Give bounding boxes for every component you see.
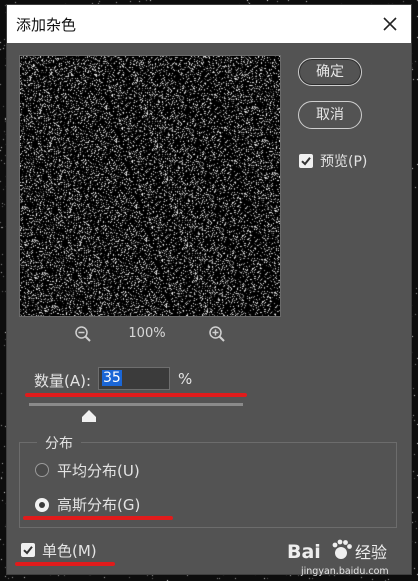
cancel-button[interactable]: 取消	[298, 101, 362, 129]
monochromatic-checkbox[interactable]	[21, 543, 35, 557]
preview-label: 预览(P)	[320, 154, 368, 170]
monochromatic-label: 单色(M)	[42, 542, 97, 560]
zoom-in-button[interactable]	[208, 325, 226, 343]
monochromatic-annotation-underline	[15, 562, 115, 566]
uniform-distribution-label: 平均分布(U)	[57, 462, 140, 480]
close-button[interactable]	[379, 13, 401, 35]
close-icon	[383, 17, 397, 31]
paw-logo-icon	[332, 539, 352, 559]
dialog-title: 添加杂色	[16, 16, 77, 34]
amount-label: 数量(A):	[34, 372, 92, 390]
add-noise-dialog: 添加杂色 确定 取消 预览(P) 100% 数量(A): 35 % 分布 平均分…	[6, 4, 412, 577]
zoom-in-icon	[209, 326, 225, 342]
title-bar: 添加杂色	[7, 5, 411, 43]
gaussian-distribution-radio[interactable]	[35, 498, 49, 512]
zoom-out-icon	[75, 326, 91, 342]
uniform-distribution-radio[interactable]	[35, 463, 49, 477]
amount-value: 35	[102, 370, 122, 386]
gaussian-distribution-label: 高斯分布(G)	[57, 496, 141, 514]
gaussian-annotation-underline	[23, 516, 173, 520]
checkmark-icon	[301, 157, 311, 166]
distribution-title: 分布	[37, 433, 81, 453]
preview-checkbox[interactable]	[299, 154, 313, 168]
amount-slider-thumb[interactable]	[81, 407, 96, 422]
preview-window[interactable]	[19, 55, 281, 317]
amount-input[interactable]: 35	[98, 367, 170, 390]
zoom-level: 100%	[128, 326, 166, 341]
zoom-out-button[interactable]	[74, 325, 92, 343]
watermark-brand-text: Bai	[287, 541, 321, 563]
slider-thumb-icon	[81, 410, 96, 422]
ok-button[interactable]: 确定	[298, 58, 362, 86]
amount-unit: %	[178, 370, 193, 388]
watermark-brand-suffix: 经验	[355, 543, 387, 562]
amount-slider[interactable]	[29, 403, 243, 406]
watermark-url: jingyan.baidu.com	[300, 566, 389, 577]
checkmark-icon	[23, 546, 33, 555]
noise-preview-image	[20, 56, 280, 316]
baidu-jingyan-watermark: Bai 经验 jingyan.baidu.com	[287, 539, 389, 577]
amount-annotation-underline	[25, 393, 247, 397]
